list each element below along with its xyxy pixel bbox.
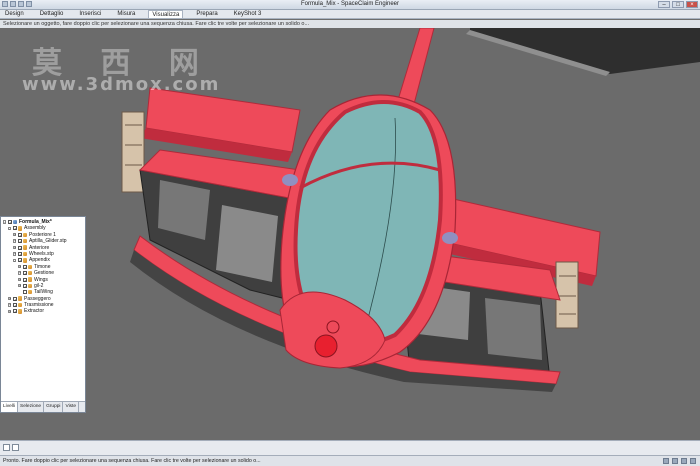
component-icon bbox=[28, 277, 33, 282]
component-icon bbox=[18, 309, 23, 314]
component-icon bbox=[28, 270, 33, 276]
visibility-checkbox[interactable]: ✓ bbox=[13, 226, 17, 231]
visibility-checkbox[interactable] bbox=[23, 290, 27, 295]
tab-visualizza[interactable]: Visualizza bbox=[148, 10, 184, 18]
expand-icon[interactable]: + bbox=[8, 303, 12, 307]
visibility-checkbox[interactable]: ✓ bbox=[23, 264, 27, 269]
expand-icon[interactable]: + bbox=[13, 239, 17, 243]
expand-icon[interactable]: + bbox=[13, 245, 17, 250]
view-icon[interactable] bbox=[663, 458, 669, 464]
component-icon bbox=[18, 302, 23, 308]
selection-hint: Selezionare un oggetto, fare doppio clic… bbox=[0, 20, 700, 28]
tab-dettaglio[interactable]: Dettaglio bbox=[37, 10, 67, 18]
minimize-button[interactable]: – bbox=[658, 1, 670, 8]
panel-tabs: Livelli Selezione Gruppi Viste bbox=[1, 401, 85, 412]
component-icon bbox=[28, 264, 33, 269]
visibility-checkbox[interactable]: ✓ bbox=[23, 277, 27, 282]
visibility-checkbox[interactable]: ✓ bbox=[23, 271, 27, 276]
visibility-checkbox[interactable]: ✓ bbox=[18, 245, 22, 250]
expand-icon[interactable]: + bbox=[8, 309, 12, 314]
window-controls: – □ × bbox=[658, 1, 698, 8]
component-icon bbox=[28, 283, 33, 289]
design-icon bbox=[13, 219, 18, 225]
component-icon bbox=[18, 296, 23, 301]
tab-livelli[interactable]: Livelli bbox=[1, 402, 18, 412]
tab-design[interactable]: Design bbox=[2, 10, 27, 18]
collapse-icon[interactable]: - bbox=[13, 258, 17, 263]
tab-misura[interactable]: Misura bbox=[114, 10, 138, 18]
ribbon-tabs: Design Dettaglio Inserisci Misura Visual… bbox=[0, 10, 700, 19]
component-icon bbox=[23, 258, 28, 263]
snap-icon[interactable] bbox=[681, 458, 687, 464]
options-icon[interactable] bbox=[12, 444, 19, 451]
structure-tree: - ✓ Formula_Mix* - ✓ Assembly + ✓ Posteriore 1 + ✓… bbox=[1, 219, 85, 401]
tab-prepara[interactable]: Prepara bbox=[193, 10, 220, 18]
filter-icon[interactable] bbox=[690, 458, 696, 464]
visibility-checkbox[interactable]: ✓ bbox=[18, 239, 22, 244]
component-icon bbox=[23, 251, 28, 257]
collapse-icon[interactable]: - bbox=[8, 226, 12, 231]
maximize-button[interactable]: □ bbox=[672, 1, 684, 8]
expand-icon[interactable]: + bbox=[18, 264, 22, 269]
expand-icon[interactable]: + bbox=[18, 271, 22, 275]
3d-viewport[interactable]: 莫 西 网 www.3dmox.com bbox=[0, 28, 700, 440]
status-tools bbox=[663, 458, 696, 464]
visibility-checkbox[interactable]: ✓ bbox=[8, 220, 12, 225]
nose-antenna bbox=[397, 28, 435, 105]
expand-icon[interactable]: + bbox=[8, 296, 12, 301]
tab-gruppi[interactable]: Gruppi bbox=[44, 402, 64, 412]
bottom-toolbar bbox=[0, 440, 700, 456]
layout-icon[interactable] bbox=[3, 444, 10, 451]
expand-icon[interactable]: + bbox=[18, 284, 22, 288]
ground-rail bbox=[466, 28, 700, 76]
status-bar: Pronto. Fare doppio clic per selezionare… bbox=[0, 455, 700, 466]
visibility-checkbox[interactable]: ✓ bbox=[18, 258, 22, 263]
select-icon[interactable] bbox=[672, 458, 678, 464]
title-bar: Formula_Mix - SpaceClaim Engineer – □ × bbox=[0, 0, 700, 10]
close-button[interactable]: × bbox=[686, 1, 698, 8]
visibility-checkbox[interactable]: ✓ bbox=[13, 303, 17, 308]
visibility-checkbox[interactable]: ✓ bbox=[13, 309, 17, 314]
expand-icon[interactable]: + bbox=[13, 252, 17, 256]
tab-keyshot[interactable]: KeyShot 3 bbox=[231, 10, 265, 18]
watermark-url: www.3dmox.com bbox=[22, 74, 221, 95]
component-icon bbox=[23, 245, 28, 250]
tab-selezione[interactable]: Selezione bbox=[18, 402, 45, 412]
window-title: Formula_Mix - SpaceClaim Engineer bbox=[300, 1, 400, 7]
visibility-checkbox[interactable]: ✓ bbox=[18, 251, 22, 256]
tree-item-label: Extractor bbox=[24, 308, 45, 315]
tab-viste[interactable]: Viste bbox=[63, 402, 80, 412]
structure-panel: - ✓ Formula_Mix* - ✓ Assembly + ✓ Posteriore 1 + ✓… bbox=[0, 216, 86, 413]
tree-item[interactable]: + ✓ Extractor bbox=[1, 308, 85, 314]
visibility-checkbox[interactable]: ✓ bbox=[23, 283, 27, 288]
visibility-checkbox[interactable]: ✓ bbox=[13, 296, 17, 301]
component-icon bbox=[23, 232, 28, 237]
tab-inserisci[interactable]: Inserisci bbox=[76, 10, 104, 18]
collapse-icon[interactable]: - bbox=[3, 220, 7, 224]
component-icon bbox=[28, 290, 33, 295]
component-icon bbox=[18, 226, 23, 231]
visibility-checkbox[interactable]: ✓ bbox=[18, 232, 22, 237]
component-icon bbox=[23, 238, 28, 244]
expand-icon[interactable]: + bbox=[13, 232, 17, 237]
expand-icon[interactable]: + bbox=[18, 277, 22, 282]
